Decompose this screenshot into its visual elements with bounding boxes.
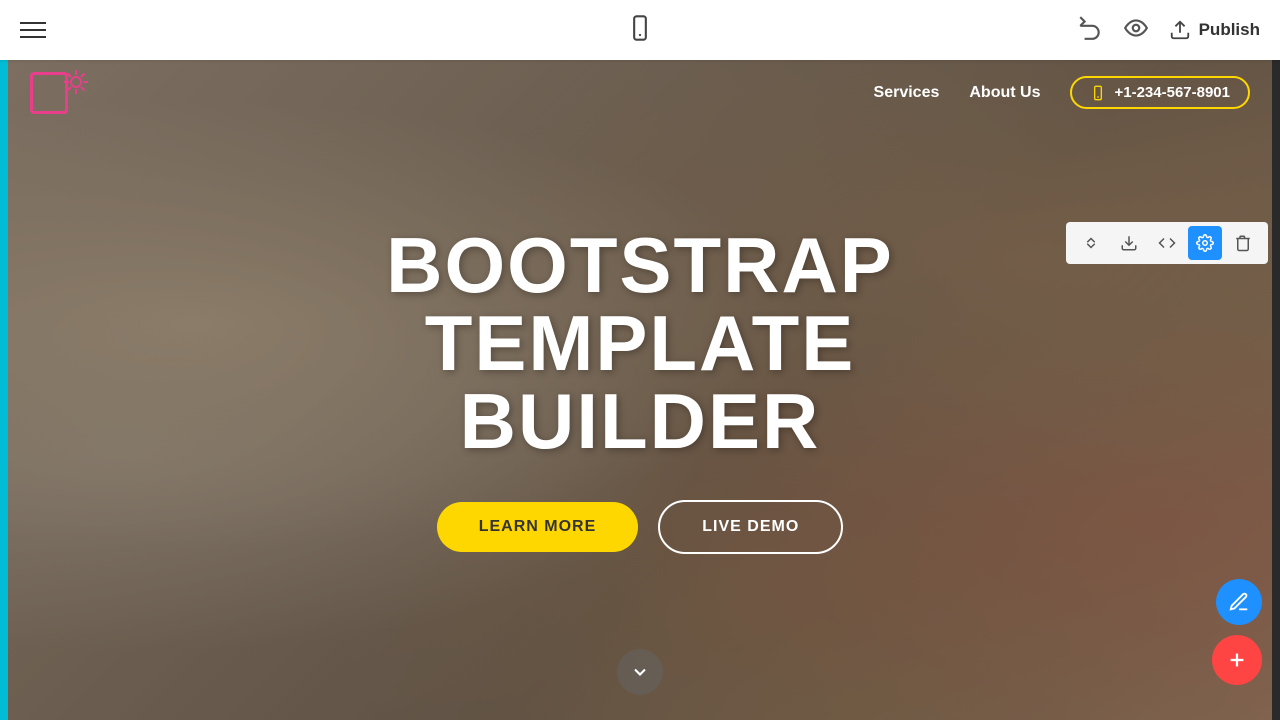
hero-buttons: LEARN MORE LIVE DEMO bbox=[240, 500, 1040, 554]
hero-title-line2: TEMPLATE BUILDER bbox=[240, 304, 1040, 460]
learn-more-button[interactable]: LEARN MORE bbox=[437, 502, 639, 552]
preview-icon[interactable] bbox=[1123, 15, 1149, 46]
scroll-circle[interactable] bbox=[617, 649, 663, 695]
delete-section-tool[interactable] bbox=[1226, 226, 1260, 260]
logo-sun-icon bbox=[62, 68, 90, 96]
toolbar-left bbox=[20, 22, 46, 38]
site-logo[interactable] bbox=[30, 68, 90, 118]
publish-label: Publish bbox=[1199, 20, 1260, 40]
hero-title: BOOTSTRAP TEMPLATE BUILDER bbox=[240, 226, 1040, 460]
hero-content: BOOTSTRAP TEMPLATE BUILDER LEARN MORE LI… bbox=[240, 226, 1040, 554]
live-demo-button[interactable]: LIVE DEMO bbox=[658, 500, 843, 554]
toolbar-right: Publish bbox=[1077, 15, 1260, 46]
move-section-tool[interactable] bbox=[1074, 226, 1108, 260]
toolbar-center bbox=[626, 14, 654, 47]
settings-section-tool[interactable] bbox=[1188, 226, 1222, 260]
main-toolbar: Publish bbox=[0, 0, 1280, 60]
hero-section: Services About Us +1-234-567-8901 bbox=[0, 60, 1280, 720]
section-toolbar bbox=[1066, 222, 1268, 264]
code-section-tool[interactable] bbox=[1150, 226, 1184, 260]
nav-links: Services About Us +1-234-567-8901 bbox=[874, 76, 1250, 109]
phone-button[interactable]: +1-234-567-8901 bbox=[1070, 76, 1250, 109]
scroll-down[interactable] bbox=[617, 649, 663, 695]
undo-icon[interactable] bbox=[1077, 15, 1103, 46]
hero-title-line1: BOOTSTRAP bbox=[240, 226, 1040, 304]
mobile-view-icon[interactable] bbox=[626, 14, 654, 47]
right-scrollbar[interactable] bbox=[1272, 60, 1280, 720]
download-section-tool[interactable] bbox=[1112, 226, 1146, 260]
publish-button[interactable]: Publish bbox=[1169, 19, 1260, 41]
left-panel-edge bbox=[0, 60, 8, 720]
edit-fab-button[interactable] bbox=[1216, 579, 1262, 625]
nav-services[interactable]: Services bbox=[874, 84, 940, 102]
add-fab-button[interactable] bbox=[1212, 635, 1262, 685]
phone-number: +1-234-567-8901 bbox=[1114, 84, 1230, 101]
hamburger-menu-icon[interactable] bbox=[20, 22, 46, 38]
nav-about[interactable]: About Us bbox=[969, 84, 1040, 102]
site-navigation: Services About Us +1-234-567-8901 bbox=[0, 60, 1280, 125]
canvas-area: Services About Us +1-234-567-8901 bbox=[0, 60, 1280, 720]
